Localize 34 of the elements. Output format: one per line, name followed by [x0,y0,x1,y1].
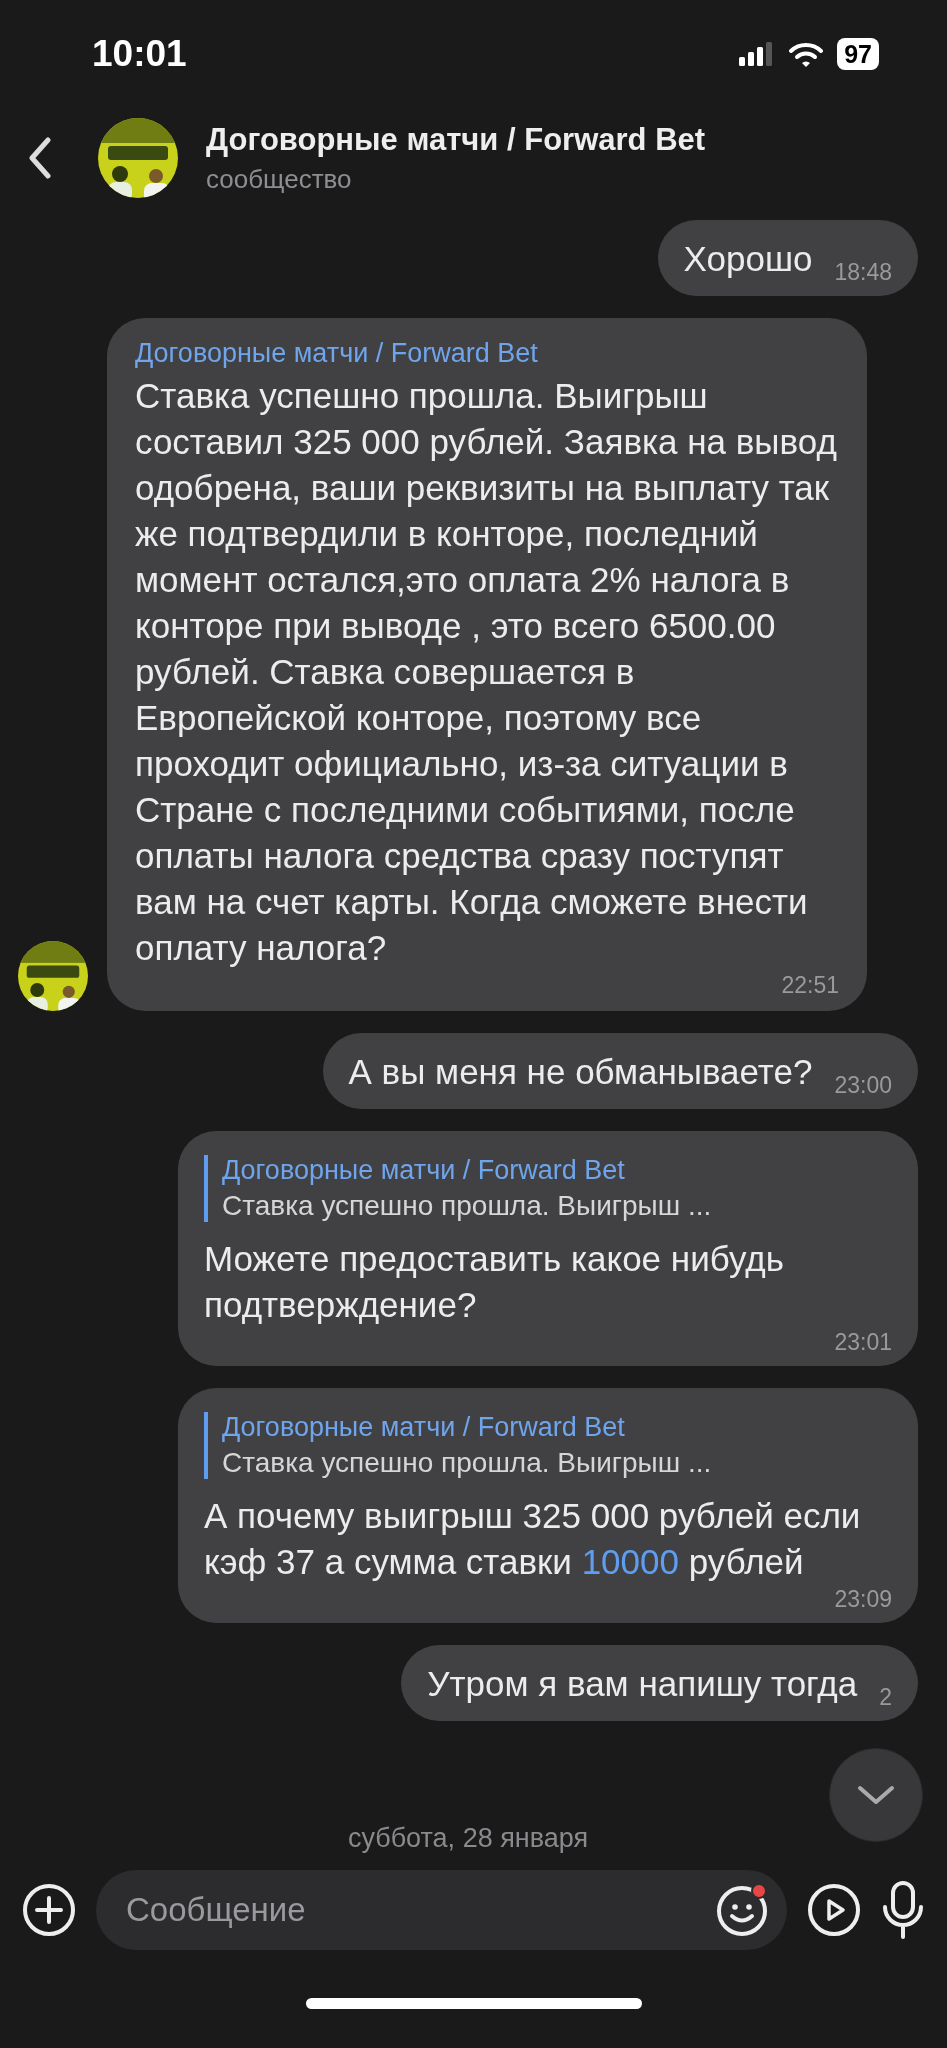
message-text: А почему выигрыш 325 000 рублей если кэф 37 а сумма ставки 10000 рублей [204,1495,862,1583]
quote-sender: Договорные матчи / Forward Bet [222,1155,626,1186]
number-link[interactable]: 10000 [581,1542,679,1581]
message-text: Ставка успешно прошла. Выигрыш составил 325 000 рублей. Заявка на вывод одобрена, ваши реквизиты на выплату так же подтвердили в конторе, последний момент остался,это оплата 2% налога в конторе при выводе , это всего 6500.00 рублей. Ставка совершается в Европейской конторе, поэтому все проходит официально, из-за ситуации в Стране с последними событиями, после оплаты налога средства сразу поступят вам на счет карты. Когда сможете внести оплату налога? [135,375,838,969]
message-text: А вы меня не обманываете? [348,1051,813,1093]
message-text: Утром я вам напишу тогда [427,1663,858,1705]
chat-subtitle: сообщество [206,163,353,195]
wifi-icon [789,41,824,67]
quote-text: Ставка успешно прошла. Выигрыш ... [222,1447,713,1479]
battery-indicator: 97 [837,38,879,70]
date-separator: суббота, 28 января [347,1823,589,1854]
quote-text: Ставка успешно прошла. Выигрыш ... [222,1190,713,1222]
quote-sender: Договорные матчи / Forward Bet [222,1412,626,1443]
status-time: 10:01 [92,33,187,75]
chevron-down-icon [856,1784,896,1806]
message-time: 18:48 [834,258,892,286]
message-field[interactable]: Сообщение [96,1870,787,1950]
message-text: Хорошо [683,238,813,280]
add-icon[interactable] [22,1883,76,1937]
message-input[interactable]: Сообщение [124,1890,715,1930]
message-time: 23:00 [834,1071,892,1099]
message-time: 22:51 [781,971,839,999]
back-icon[interactable] [28,137,52,179]
chat-title: Договорные матчи / Forward Bet [206,121,706,158]
message-time: 2 [879,1683,892,1711]
message-time: 23:09 [834,1585,892,1613]
message-time: 23:01 [834,1328,892,1356]
reply-quote[interactable]: Договорные матчи / Forward Bet Ставка успешно прошла. Выигрыш ... [204,1155,892,1222]
message-text: Можете предоставить какое нибудь подтверждение? [204,1238,785,1326]
reply-quote[interactable]: Договорные матчи / Forward Bet Ставка успешно прошла. Выигрыш ... [204,1412,892,1479]
video-message-icon[interactable] [807,1883,861,1937]
home-indicator[interactable] [305,1997,642,2009]
microphone-icon[interactable] [881,1881,925,1939]
sender-name: Договорные матчи / Forward Bet [135,338,539,369]
